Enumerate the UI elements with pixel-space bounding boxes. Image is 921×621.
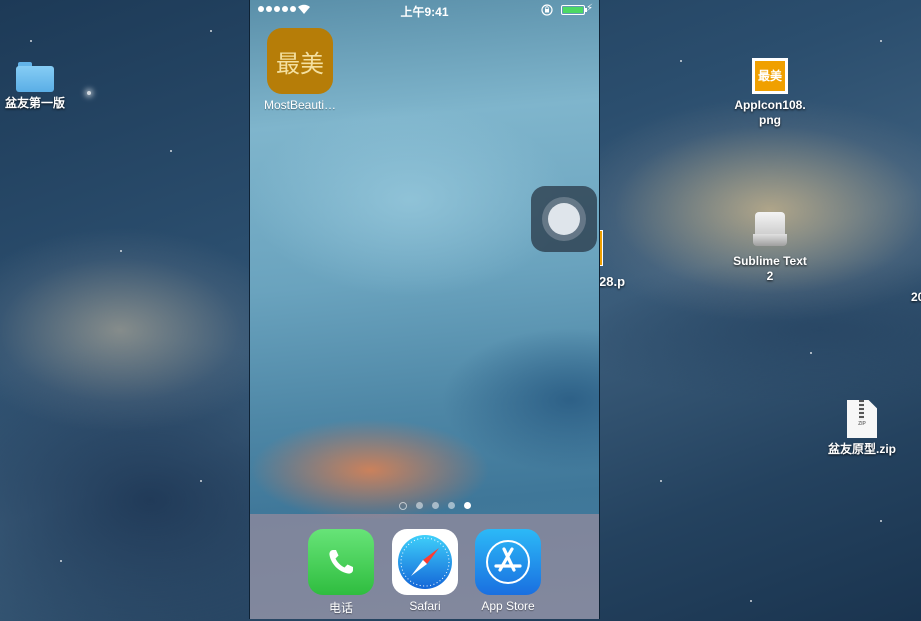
spotlight-page-dot [398,502,407,510]
app-label: 电话 [328,601,353,615]
assistive-touch-button[interactable] [531,186,597,252]
app-label: App Store [481,599,535,613]
desktop-file-appicon108[interactable]: 最美 AppIcon108. png [725,58,815,128]
dock-app-safari[interactable]: Safari [388,529,462,613]
star [30,40,32,42]
status-bar: 上午9:41 ⚡ [250,0,599,20]
page-dot [415,502,423,509]
star [880,520,882,522]
desktop-file-pengyou-zip[interactable]: ZIP 盆友原型.zip [817,400,907,457]
appstore-icon [475,529,541,595]
dock-app-appstore[interactable]: App Store [470,529,546,613]
desktop-icon-label-line2: png [759,113,781,127]
page-indicator[interactable] [250,502,599,510]
desktop-icon-label-line2: 2 [766,269,774,283]
dock-app-phone[interactable]: 电话 [304,529,378,616]
edge-file-label: 20 [911,290,921,304]
app-label: Safari [409,599,441,613]
page-dot [431,502,439,509]
desktop-app-sublime-text[interactable]: Sublime Text 2 [722,212,818,284]
desktop-folder-pengyou[interactable]: 盆友第一版 [0,62,70,111]
star [170,150,172,152]
star [210,30,212,32]
app-mostbeautiful[interactable]: 最美 MostBeauti… [258,28,342,112]
page-dot-active [463,502,471,509]
image-file-icon: 最美 [752,58,788,94]
star [680,60,682,62]
star [60,560,62,562]
desktop-icon-label: 盆友第一版 [4,96,65,110]
charging-bolt-icon: ⚡ [585,3,593,14]
desktop-icon-label-line1: AppIcon108. [734,98,806,112]
zip-file-icon: ZIP [847,400,877,438]
ios-simulator-screen[interactable]: 上午9:41 ⚡ 最美 MostBeauti… 电话 Safari App St… [249,0,600,619]
star [660,480,662,482]
drive-icon [753,212,787,250]
star [87,91,91,95]
star [750,600,752,602]
dock: 电话 Safari App Store [250,514,599,619]
page-dot [447,502,455,509]
folder-icon [16,62,54,92]
desktop-icon-label-line1: Sublime Text [733,254,807,268]
battery-icon [561,5,587,15]
star [880,40,882,42]
star [810,352,812,354]
star [120,250,122,252]
partial-file-label: 28.p [599,274,626,289]
compass-icon [392,529,458,595]
mostbeautiful-app-icon: 最美 [267,28,333,94]
star [200,480,202,482]
rotation-lock-icon [541,4,553,16]
desktop-icon-label: 盆友原型.zip [828,442,896,456]
phone-icon [308,529,374,595]
app-label: MostBeauti… [263,98,337,112]
